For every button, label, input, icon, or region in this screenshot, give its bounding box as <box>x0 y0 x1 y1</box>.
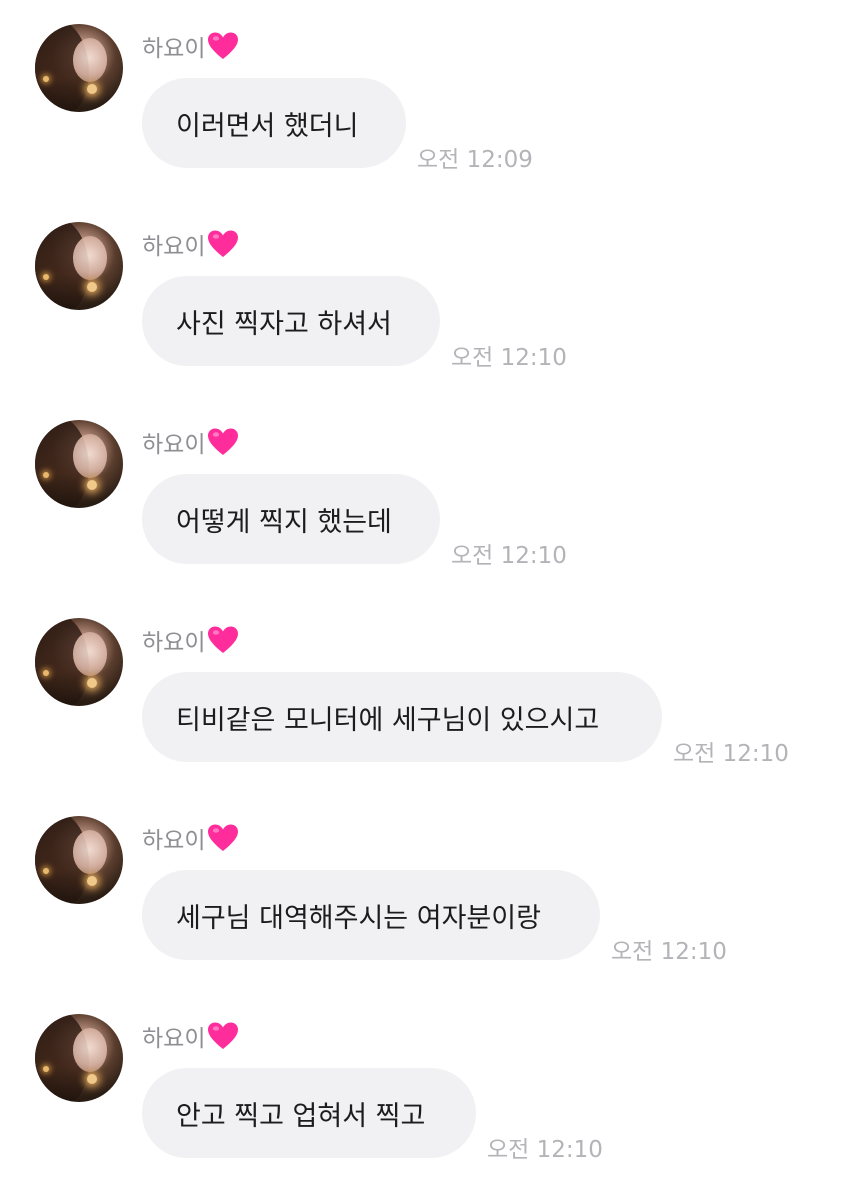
message-time: 오전 12:09 <box>417 147 533 173</box>
message-text: 이러면서 했더니 <box>176 110 359 142</box>
message-bubble[interactable]: 안고 찍고 업혀서 찍고 <box>142 1068 476 1158</box>
message-text: 안고 찍고 업혀서 찍고 <box>176 1100 426 1132</box>
message-time: 오전 12:10 <box>611 939 727 965</box>
sender-name-row: 하요이 <box>142 426 239 458</box>
sender-name-row: 하요이 <box>142 228 239 260</box>
message-bubble[interactable]: 사진 찍자고 하셔서 <box>142 276 440 366</box>
sender-name: 하요이 <box>142 630 206 656</box>
message-text: 사진 찍자고 하셔서 <box>176 308 392 340</box>
sender-name: 하요이 <box>142 1026 206 1052</box>
message-row: 하요이 어떻게 찍지 했는데 오전 12:10 <box>0 396 860 569</box>
sender-name-row: 하요이 <box>142 822 239 854</box>
heart-icon <box>208 32 239 59</box>
message-row: 하요이 세구님 대역해주시는 여자분이랑 오전 12:10 <box>0 792 860 965</box>
message-bubble[interactable]: 이러면서 했더니 <box>142 78 406 168</box>
chat-thread[interactable]: 하요이 이러면서 했더니 오전 12:09 하요이 사진 찍자고 하셔서 오전 … <box>0 0 860 1200</box>
message-bubble[interactable]: 티비같은 모니터에 세구님이 있으시고 <box>142 672 662 762</box>
message-time: 오전 12:10 <box>451 345 567 371</box>
message-time: 오전 12:10 <box>487 1137 603 1163</box>
message-bubble[interactable]: 어떻게 찍지 했는데 <box>142 474 440 564</box>
sender-name: 하요이 <box>142 432 206 458</box>
sender-name: 하요이 <box>142 234 206 260</box>
message-time: 오전 12:10 <box>451 543 567 569</box>
heart-icon <box>208 1022 239 1049</box>
message-time: 오전 12:10 <box>673 741 789 767</box>
heart-icon <box>208 824 239 851</box>
sender-name: 하요이 <box>142 828 206 854</box>
message-row: 하요이 이러면서 했더니 오전 12:09 <box>0 0 860 173</box>
heart-icon <box>208 626 239 653</box>
sender-name-row: 하요이 <box>142 1020 239 1052</box>
avatar[interactable] <box>35 1014 123 1102</box>
message-text: 티비같은 모니터에 세구님이 있으시고 <box>176 704 600 736</box>
message-row: 하요이 사진 찍자고 하셔서 오전 12:10 <box>0 198 860 371</box>
avatar[interactable] <box>35 24 123 112</box>
avatar[interactable] <box>35 618 123 706</box>
message-row: 하요이 티비같은 모니터에 세구님이 있으시고 오전 12:10 <box>0 594 860 767</box>
avatar[interactable] <box>35 420 123 508</box>
message-row: 하요이 안고 찍고 업혀서 찍고 오전 12:10 <box>0 990 860 1163</box>
heart-icon <box>208 230 239 257</box>
message-text: 어떻게 찍지 했는데 <box>176 506 392 538</box>
message-bubble[interactable]: 세구님 대역해주시는 여자분이랑 <box>142 870 600 960</box>
avatar[interactable] <box>35 816 123 904</box>
message-text: 세구님 대역해주시는 여자분이랑 <box>176 902 541 934</box>
heart-icon <box>208 428 239 455</box>
sender-name: 하요이 <box>142 36 206 62</box>
sender-name-row: 하요이 <box>142 30 239 62</box>
avatar[interactable] <box>35 222 123 310</box>
sender-name-row: 하요이 <box>142 624 239 656</box>
